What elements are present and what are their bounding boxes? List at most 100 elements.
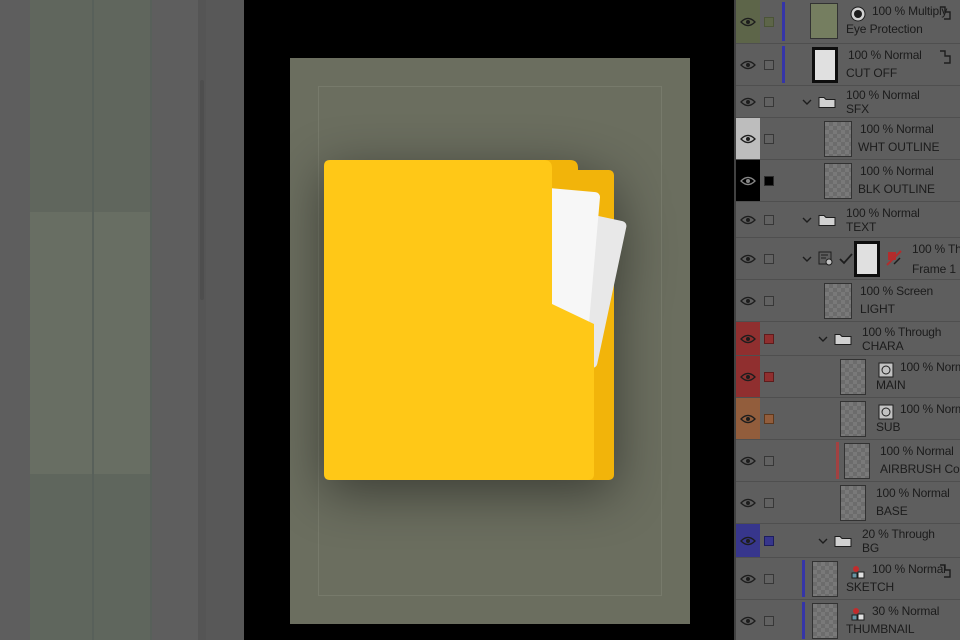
chevron-down-icon[interactable]	[818, 335, 828, 343]
layer-row[interactable]: 100 % Norm MAIN	[736, 356, 960, 398]
layer-row[interactable]: 100 % Normal WHT OUTLINE	[736, 118, 960, 160]
eye-icon[interactable]	[740, 334, 756, 344]
layer-blend-label: 100 % Screen	[860, 284, 933, 298]
folder-icon	[818, 96, 836, 108]
folder-icon	[834, 535, 852, 547]
layer-thumbnail	[824, 163, 852, 199]
lock-checkbox[interactable]	[764, 133, 774, 144]
lock-checkbox[interactable]	[764, 16, 774, 27]
layer-row[interactable]: 100 % Normal AIRBRUSH Copy	[736, 440, 960, 482]
layer-thumbnail	[840, 359, 866, 395]
lock-checkbox[interactable]	[764, 295, 774, 306]
layer-folder-row[interactable]: 20 % Through BG	[736, 524, 960, 558]
layer-row[interactable]: 100 % Norm SUB	[736, 398, 960, 440]
left-strip-panel	[0, 0, 206, 640]
layer-row[interactable]: 100 % Normal SKETCH	[736, 558, 960, 600]
layer-name: Frame 1	[912, 262, 956, 276]
eye-icon[interactable]	[740, 372, 756, 382]
eye-icon[interactable]	[740, 254, 756, 264]
layer-name: AIRBRUSH Copy	[880, 462, 960, 476]
layer-blend-label: 100 % Normal	[860, 122, 934, 136]
layer-name: MAIN	[876, 378, 906, 392]
tone-layer-icon	[850, 6, 866, 22]
layer-name: SFX	[846, 102, 870, 116]
layer-thumbnail	[824, 121, 852, 157]
lock-checkbox[interactable]	[764, 371, 774, 382]
lock-checkbox[interactable]	[764, 96, 774, 107]
eye-icon[interactable]	[740, 498, 756, 508]
strip-band	[30, 0, 92, 212]
layer-name: WHT OUTLINE	[858, 140, 940, 154]
strip-band	[94, 474, 150, 640]
lock-checkbox[interactable]	[764, 573, 774, 584]
layer-row[interactable]: 100 % Normal BASE	[736, 482, 960, 524]
chevron-down-icon[interactable]	[802, 98, 812, 106]
strip-column	[30, 0, 92, 640]
lock-checkbox[interactable]	[764, 253, 774, 264]
lock-checkbox[interactable]	[764, 175, 774, 186]
layer-name: CHARA	[862, 339, 904, 353]
lock-checkbox[interactable]	[764, 535, 774, 546]
accent-bar	[782, 46, 785, 83]
eye-icon[interactable]	[740, 134, 756, 144]
layer-blend-label: 100 % Th	[912, 242, 960, 256]
layer-blend-label: 20 % Through	[862, 527, 935, 541]
layer-thumbnail	[812, 47, 838, 83]
layer-blend-label: 100 % Normal	[846, 88, 920, 102]
eye-icon[interactable]	[740, 97, 756, 107]
layer-thumbnail	[810, 3, 838, 39]
layer-blend-label: 100 % Norm	[900, 402, 960, 416]
lock-checkbox[interactable]	[764, 497, 774, 508]
strip-band	[30, 212, 92, 474]
reference-icon	[940, 6, 951, 20]
folder-icon	[818, 214, 836, 226]
layer-blend-label: 100 % Norm	[900, 360, 960, 374]
layer-row[interactable]: 100 % Th Frame 1	[736, 238, 960, 280]
layer-row[interactable]: 100 % Normal CUT OFF	[736, 44, 960, 86]
chevron-down-icon[interactable]	[818, 537, 828, 545]
layer-name: SKETCH	[846, 580, 895, 594]
eye-icon[interactable]	[740, 17, 756, 27]
layer-thumbnail	[824, 283, 852, 319]
strip-band	[30, 474, 92, 640]
lock-checkbox[interactable]	[764, 214, 774, 225]
eye-icon[interactable]	[740, 414, 756, 424]
layer-thumbnail	[844, 443, 870, 479]
eye-icon[interactable]	[740, 456, 756, 466]
accent-bar	[802, 560, 805, 597]
eye-icon[interactable]	[740, 574, 756, 584]
layer-color-icon	[851, 566, 865, 579]
layer-blend-label: 100 % Normal	[848, 48, 922, 62]
layer-folder-row[interactable]: 100 % Normal TEXT	[736, 202, 960, 238]
lock-checkbox[interactable]	[764, 413, 774, 424]
layer-name: THUMBNAIL	[846, 622, 915, 636]
reference-icon	[940, 564, 951, 578]
lock-checkbox[interactable]	[764, 455, 774, 466]
lock-checkbox[interactable]	[764, 59, 774, 70]
layer-name: SUB	[876, 420, 901, 434]
frame-settings-icon[interactable]	[818, 251, 834, 267]
chevron-down-icon[interactable]	[802, 216, 812, 224]
eye-icon[interactable]	[740, 536, 756, 546]
eye-icon[interactable]	[740, 176, 756, 186]
eye-icon[interactable]	[740, 215, 756, 225]
layer-thumbnail	[840, 485, 866, 521]
layer-row[interactable]: 100 % Screen LIGHT	[736, 280, 960, 322]
layer-folder-row[interactable]: 100 % Through CHARA	[736, 322, 960, 356]
eye-icon[interactable]	[740, 296, 756, 306]
layer-name: BLK OUTLINE	[858, 182, 935, 196]
lock-checkbox[interactable]	[764, 333, 774, 344]
lock-checkbox[interactable]	[764, 615, 774, 626]
eye-icon[interactable]	[740, 60, 756, 70]
eye-icon[interactable]	[740, 616, 756, 626]
layer-folder-row[interactable]: 100 % Normal SFX	[736, 86, 960, 118]
layer-thumbnail	[812, 561, 838, 597]
layer-name: TEXT	[846, 220, 877, 234]
scrollbar-thumb[interactable]	[200, 80, 204, 300]
layer-row[interactable]: 100 % Normal BLK OUTLINE	[736, 160, 960, 202]
layer-row[interactable]: 30 % Normal THUMBNAIL	[736, 600, 960, 640]
chevron-down-icon[interactable]	[802, 255, 812, 263]
layer-thumbnail	[812, 603, 838, 639]
canvas-margin	[206, 0, 244, 640]
layer-row[interactable]: 100 % Multiply Eye Protection	[736, 0, 960, 44]
